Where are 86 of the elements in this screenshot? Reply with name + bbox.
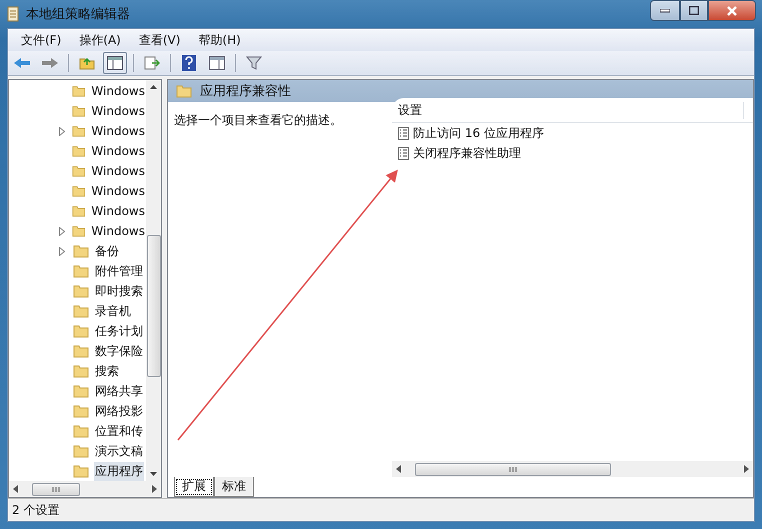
setting-item[interactable]: 防止访问 16 位应用程序 — [413, 124, 544, 142]
expand-icon[interactable] — [59, 226, 65, 236]
expand-icon[interactable] — [59, 246, 65, 256]
scroll-right-icon[interactable] — [744, 465, 749, 473]
menu-item[interactable]: 查看(V) — [130, 32, 190, 48]
folder-icon — [73, 404, 89, 418]
maximize-icon — [689, 6, 699, 15]
folder-icon — [72, 104, 86, 118]
tree-item[interactable]: 网络投影 — [94, 402, 144, 420]
folder-icon — [73, 464, 89, 478]
minimize-button[interactable] — [650, 0, 680, 21]
tree-item[interactable]: Windows — [90, 163, 146, 179]
expand-icon[interactable] — [59, 126, 65, 136]
tree-item[interactable]: Windows — [90, 183, 146, 199]
folder-up-icon — [79, 56, 95, 70]
vertical-scrollbar[interactable] — [146, 80, 161, 481]
horizontal-scrollbar[interactable] — [9, 481, 161, 497]
tree-item[interactable]: 即时搜索 — [94, 282, 144, 300]
folder-icon — [72, 224, 86, 238]
folder-icon — [73, 364, 89, 378]
scroll-icon — [6, 6, 20, 22]
close-icon — [726, 6, 738, 16]
maximize-button[interactable] — [680, 0, 708, 21]
folder-icon — [73, 264, 89, 278]
setting-icon — [398, 146, 409, 160]
status-text: 2 个设置 — [12, 502, 60, 518]
view-tab[interactable]: 扩展 — [174, 477, 214, 497]
folder-icon — [72, 184, 86, 198]
folder-icon — [73, 244, 89, 258]
tree-item[interactable]: 任务计划 — [94, 322, 144, 340]
tree-item[interactable]: Windows — [90, 143, 146, 159]
menu-item[interactable]: 文件(F) — [12, 32, 70, 48]
folder-icon — [73, 304, 89, 318]
folder-icon — [73, 424, 89, 438]
scroll-right-icon[interactable] — [152, 485, 157, 493]
minimize-icon — [660, 8, 670, 12]
scroll-up-icon[interactable] — [150, 85, 157, 89]
description-text: 选择一个项目来查看它的描述。 — [174, 113, 342, 127]
folder-icon — [72, 124, 86, 138]
right-arrow-icon — [41, 57, 59, 69]
column-header[interactable]: 设置 — [392, 102, 744, 118]
filter-icon — [246, 55, 262, 71]
menu-item[interactable]: 帮助(H) — [189, 32, 250, 48]
tree-item[interactable]: Windows — [90, 203, 146, 219]
folder-icon — [73, 344, 89, 358]
tree-item[interactable]: 备份 — [94, 242, 120, 260]
tree-item[interactable]: 录音机 — [94, 302, 132, 320]
folder-icon — [72, 144, 86, 158]
scroll-left-icon[interactable] — [396, 465, 401, 473]
close-button[interactable] — [708, 0, 756, 21]
setting-item[interactable]: 关闭程序兼容性助理 — [413, 144, 521, 162]
tree-item[interactable]: 演示文稿 — [94, 442, 144, 460]
pane-icon — [209, 56, 225, 70]
tree-item[interactable]: 搜索 — [94, 362, 120, 380]
setting-icon — [398, 126, 409, 140]
tree-item[interactable]: Windows — [90, 83, 146, 99]
left-arrow-icon — [13, 57, 31, 69]
export-icon — [144, 56, 160, 70]
tree-item[interactable]: Windows — [90, 123, 146, 139]
folder-title: 应用程序兼容性 — [200, 83, 291, 100]
folder-icon — [73, 324, 89, 338]
horizontal-scrollbar[interactable] — [392, 461, 753, 477]
help-icon — [182, 55, 196, 71]
scroll-down-icon[interactable] — [150, 472, 157, 476]
scroll-left-icon[interactable] — [13, 485, 18, 493]
view-tab[interactable]: 标准 — [214, 477, 254, 497]
folder-icon — [73, 384, 89, 398]
folder-icon — [72, 84, 86, 98]
folder-icon — [73, 444, 89, 458]
grip-icon — [509, 466, 517, 472]
folder-icon — [73, 284, 89, 298]
menu-item[interactable]: 操作(A) — [70, 32, 130, 48]
tree-item[interactable]: Windows — [90, 103, 146, 119]
pane-icon — [107, 56, 123, 70]
folder-icon — [72, 164, 86, 178]
window-title: 本地组策略编辑器 — [26, 6, 130, 23]
tree-item[interactable]: 网络共享 — [94, 382, 144, 400]
grip-icon — [52, 486, 60, 492]
tree-item[interactable]: 应用程序 — [94, 462, 144, 480]
tree-item[interactable]: 位置和传 — [94, 422, 144, 440]
tree-item[interactable]: 附件管理 — [94, 262, 144, 280]
folder-icon — [176, 84, 192, 98]
tree-item[interactable]: Windows — [90, 223, 146, 239]
tree-toggle-button[interactable] — [103, 52, 127, 74]
folder-icon — [72, 204, 86, 218]
tree-item[interactable]: 数字保险 — [94, 342, 144, 360]
